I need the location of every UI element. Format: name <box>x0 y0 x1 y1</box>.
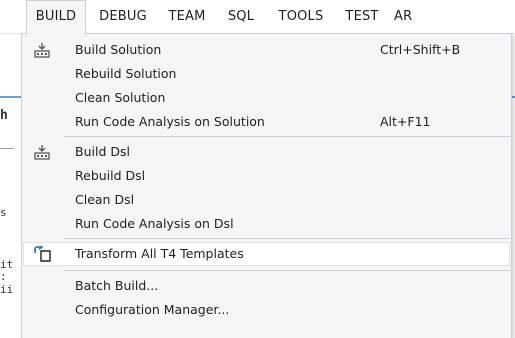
menu-item-clean-solution[interactable]: Clean Solution <box>23 86 510 110</box>
menu-item-rebuild-solution[interactable]: Rebuild Solution <box>23 62 510 86</box>
menu-item-label: Build Dsl <box>75 144 130 159</box>
background-accent-line <box>0 96 21 98</box>
menu-sql[interactable]: SQL <box>220 0 262 34</box>
menu-item-label: Configuration Manager... <box>75 302 230 317</box>
background-text: ii <box>0 283 14 296</box>
background-text: : <box>0 270 7 283</box>
menu-separator <box>64 270 510 271</box>
menu-bar: BUILD DEBUG TEAM SQL TOOLS TEST AR <box>0 0 515 35</box>
menu-item-shortcut: Ctrl+Shift+B <box>380 42 461 57</box>
menu-item-batch-build[interactable]: Batch Build... <box>23 274 510 298</box>
menu-item-label: Rebuild Solution <box>75 66 177 81</box>
menu-separator <box>64 136 510 137</box>
menu-item-rebuild-dsl[interactable]: Rebuild Dsl <box>23 164 510 188</box>
menu-item-label: Rebuild Dsl <box>75 168 146 183</box>
menu-item-label: Run Code Analysis on Dsl <box>75 216 234 231</box>
menu-item-build-solution[interactable]: Build Solution Ctrl+Shift+B <box>23 38 510 62</box>
menu-build[interactable]: BUILD <box>26 0 86 35</box>
menu-team[interactable]: TEAM <box>160 0 214 34</box>
menu-item-label: Run Code Analysis on Solution <box>75 114 265 129</box>
menu-item-shortcut: Alt+F11 <box>380 114 431 129</box>
background-text: s <box>0 206 7 219</box>
build-icon <box>34 43 50 58</box>
menu-item-label: Clean Solution <box>75 90 166 105</box>
menu-item-label: Batch Build... <box>75 278 159 293</box>
transform-templates-icon <box>34 246 51 262</box>
menu-item-build-dsl[interactable]: Build Dsl <box>23 140 510 164</box>
menu-item-transform-all-t4-templates[interactable]: Transform All T4 Templates <box>23 242 510 266</box>
menu-item-label: Clean Dsl <box>75 192 135 207</box>
menu-item-label: Build Solution <box>75 42 162 57</box>
menu-item-label: Transform All T4 Templates <box>75 246 244 261</box>
menu-item-run-code-analysis-dsl[interactable]: Run Code Analysis on Dsl <box>23 212 510 236</box>
menu-architecture[interactable]: AR <box>394 0 434 34</box>
menu-debug[interactable]: DEBUG <box>92 0 154 34</box>
build-menu-dropdown: Build Solution Ctrl+Shift+B Rebuild Solu… <box>21 33 512 338</box>
menu-tools[interactable]: TOOLS <box>272 0 330 34</box>
build-icon <box>34 145 50 160</box>
background-divider <box>0 148 14 149</box>
menu-item-run-code-analysis-solution[interactable]: Run Code Analysis on Solution Alt+F11 <box>23 110 510 134</box>
background-text: h <box>0 108 8 123</box>
menu-separator <box>64 238 510 239</box>
menu-test[interactable]: TEST <box>338 0 386 34</box>
menu-item-configuration-manager[interactable]: Configuration Manager... <box>23 298 510 322</box>
menu-item-clean-dsl[interactable]: Clean Dsl <box>23 188 510 212</box>
